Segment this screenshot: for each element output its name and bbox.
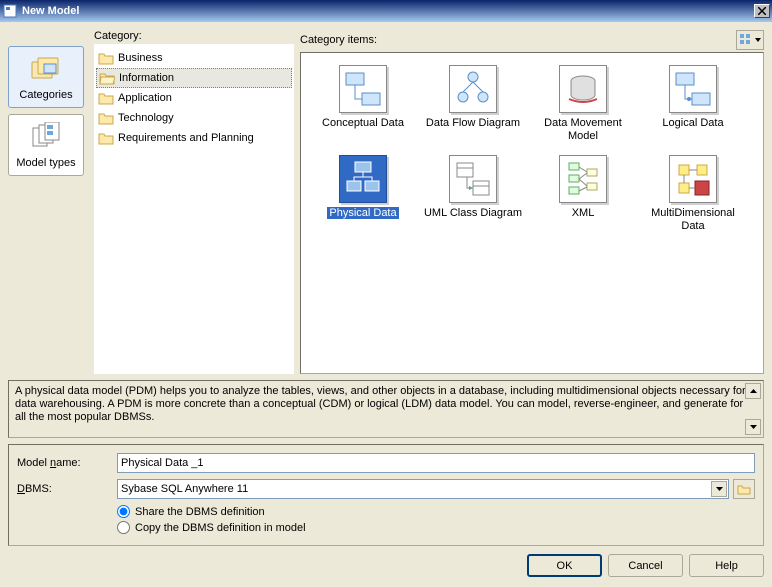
category-item-information[interactable]: Information [96,68,292,88]
dbms-label: DBMS: [17,483,117,495]
category-item-label: Application [118,92,172,104]
model-form: Model name: DBMS: Sybase SQL Anywhere 11… [8,444,764,546]
model-name-label: Model name: [17,457,117,469]
item-label: Data Movement Model [533,117,633,143]
category-item-application[interactable]: Application [96,88,292,108]
multidimensional-icon [669,155,717,203]
item-xml[interactable]: XML [531,153,635,235]
description-text: A physical data model (PDM) helps you to… [15,385,746,423]
folder-open-icon [99,70,115,86]
ok-button[interactable]: OK [527,554,602,577]
category-item-business[interactable]: Business [96,48,292,68]
categories-icon [30,54,62,86]
grid-icon [739,33,753,47]
share-dbms-label: Share the DBMS definition [135,506,265,518]
chevron-down-icon [716,487,723,491]
data-flow-icon [449,65,497,113]
folder-icon [98,130,114,146]
items-column: Category items: Conceptual Data Data Flo… [300,30,764,374]
description-box: A physical data model (PDM) helps you to… [8,380,764,438]
item-label: Logical Data [662,117,723,143]
nav-model-types-button[interactable]: Model types [8,114,84,176]
items-listbox[interactable]: Conceptual Data Data Flow Diagram Data M… [300,52,764,374]
category-tree[interactable]: Business Information Application Technol… [94,44,294,374]
nav-categories-label: Categories [19,89,72,101]
view-mode-button[interactable] [736,30,764,50]
left-nav: Categories Model types [8,30,88,374]
chevron-down-icon [750,425,757,429]
item-label: Conceptual Data [322,117,404,143]
logical-data-icon [669,65,717,113]
folder-icon [98,90,114,106]
conceptual-data-icon [339,65,387,113]
folder-icon [737,482,751,496]
copy-dbms-radio[interactable] [117,521,130,534]
category-item-label: Information [119,72,174,84]
item-label: UML Class Diagram [424,207,522,233]
dialog-buttons: OK Cancel Help [8,552,764,579]
cancel-button[interactable]: Cancel [608,554,683,577]
model-name-input[interactable] [117,453,755,473]
item-label: MultiDimensional Data [643,207,743,233]
category-label: Category: [94,30,294,42]
item-label: Data Flow Diagram [426,117,520,143]
scroll-up-button[interactable] [745,383,761,399]
item-label: XML [572,207,595,233]
dbms-browse-button[interactable] [733,479,755,499]
data-movement-icon [559,65,607,113]
item-uml-class[interactable]: UML Class Diagram [421,153,525,235]
item-physical-data[interactable]: Physical Data [311,153,415,235]
nav-model-types-label: Model types [16,157,75,169]
window-title: New Model [22,5,754,17]
category-column: Category: Business Information Applicati… [94,30,294,374]
dbms-dropdown-button[interactable] [711,481,727,497]
model-types-icon [30,122,62,154]
item-conceptual-data[interactable]: Conceptual Data [311,63,415,145]
item-multidimensional[interactable]: MultiDimensional Data [641,153,745,235]
xml-icon [559,155,607,203]
titlebar: New Model [0,0,772,22]
chevron-up-icon [750,389,757,393]
dbms-value: Sybase SQL Anywhere 11 [121,483,248,495]
uml-class-icon [449,155,497,203]
category-item-label: Requirements and Planning [118,132,254,144]
item-data-movement[interactable]: Data Movement Model [531,63,635,145]
items-label: Category items: [300,34,736,46]
help-button[interactable]: Help [689,554,764,577]
category-item-label: Business [118,52,163,64]
chevron-down-icon [755,38,761,42]
folder-icon [98,110,114,126]
physical-data-icon [339,155,387,203]
dbms-combobox[interactable]: Sybase SQL Anywhere 11 [117,479,729,499]
item-logical-data[interactable]: Logical Data [641,63,745,145]
close-button[interactable] [754,4,770,18]
item-label: Physical Data [327,207,398,233]
category-item-label: Technology [118,112,174,124]
copy-dbms-label: Copy the DBMS definition in model [135,522,306,534]
share-dbms-radio[interactable] [117,505,130,518]
app-icon [2,3,18,19]
folder-icon [98,50,114,66]
item-data-flow[interactable]: Data Flow Diagram [421,63,525,145]
category-item-technology[interactable]: Technology [96,108,292,128]
scroll-down-button[interactable] [745,419,761,435]
category-item-requirements[interactable]: Requirements and Planning [96,128,292,148]
nav-categories-button[interactable]: Categories [8,46,84,108]
